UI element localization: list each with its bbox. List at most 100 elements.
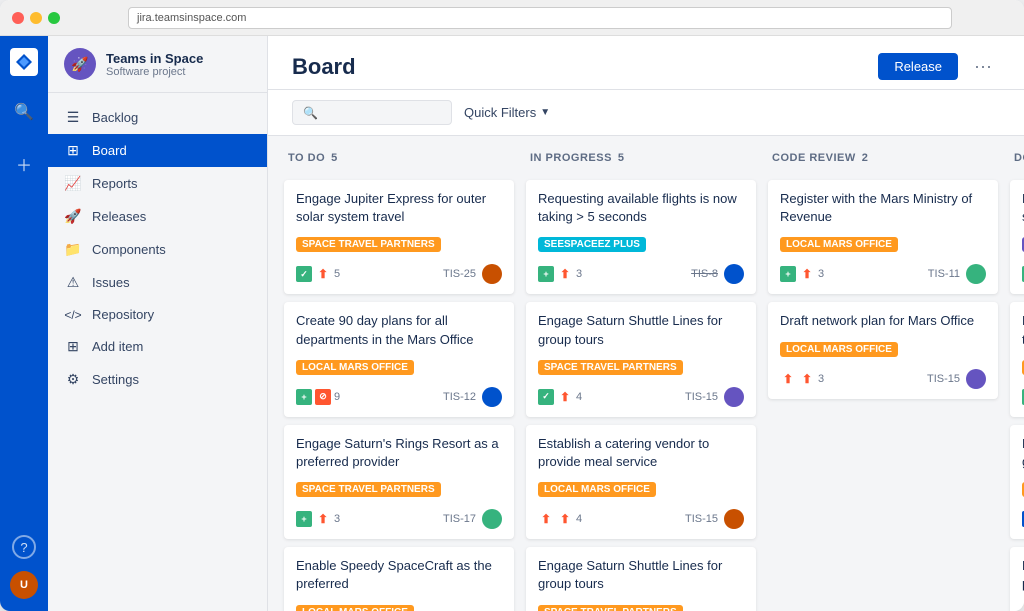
- card-id: TIS-15: [685, 513, 718, 525]
- traffic-lights: [12, 12, 60, 24]
- plus-icon: +: [538, 266, 554, 282]
- column-count: 2: [862, 152, 868, 164]
- card-count: 3: [818, 373, 824, 385]
- plus-icon: +: [296, 389, 312, 405]
- sidebar-label-issues: Issues: [92, 275, 130, 290]
- card-count: 9: [334, 391, 340, 403]
- card[interactable]: Enable Speedy SpaceCraft as the preferre…: [284, 547, 514, 611]
- arrow-up-icon: ⬆: [315, 511, 331, 527]
- column-header: TO DO 5: [284, 148, 514, 172]
- card[interactable]: Engage Saturn Shuttle Lines for group to…: [1010, 425, 1024, 539]
- release-button[interactable]: Release: [878, 53, 958, 80]
- card[interactable]: Engage Jupiter Express for outer solar s…: [284, 180, 514, 294]
- settings-icon: ⚙: [64, 371, 82, 388]
- sidebar-label-backlog: Backlog: [92, 110, 138, 125]
- card-title: Requesting available flights is now taki…: [538, 190, 744, 226]
- add-item-icon: ⊞: [64, 338, 82, 355]
- card-count: 4: [576, 391, 582, 403]
- sidebar-item-add[interactable]: ⊞ Add item: [48, 330, 267, 363]
- board-columns: TO DO 5 Engage Jupiter Express for outer s…: [268, 136, 1024, 611]
- global-nav: 🔍 ＋ ? U: [0, 36, 48, 611]
- card[interactable]: Engage Saturn Shuttle Lines for group to…: [526, 547, 756, 611]
- card-icons: +⬆3: [780, 266, 824, 282]
- sidebar-item-components[interactable]: 📁 Components: [48, 233, 267, 266]
- url-bar[interactable]: jira.teamsinspace.com: [128, 7, 952, 29]
- card-id: TIS-12: [443, 391, 476, 403]
- card-icons: ✓⬆4: [538, 389, 582, 405]
- sidebar-item-board[interactable]: ⊞ Board: [48, 134, 267, 167]
- sidebar-item-settings[interactable]: ⚙ Settings: [48, 363, 267, 396]
- board-column-1: IN PROGRESS5 Requesting available flights…: [526, 148, 756, 599]
- card-tag: SPACE TRAVEL PARTNERS: [538, 605, 683, 611]
- sidebar-item-issues[interactable]: ⚠ Issues: [48, 266, 267, 299]
- board-icon: ⊞: [64, 142, 82, 159]
- global-nav-bottom: ? U: [10, 535, 38, 599]
- sidebar-item-releases[interactable]: 🚀 Releases: [48, 200, 267, 233]
- sidebar-item-backlog[interactable]: ☰ Backlog: [48, 101, 267, 134]
- more-options-button[interactable]: ···: [966, 52, 1000, 81]
- card-tag: SPACE TRAVEL PARTNERS: [538, 360, 683, 375]
- card-tag: LOCAL MARS OFFICE: [780, 237, 898, 252]
- card-footer: +⬆3TIS-11: [780, 264, 986, 284]
- card[interactable]: Register with the Mars Ministry of Reven…: [768, 180, 998, 294]
- search-input[interactable]: [324, 105, 444, 120]
- card-title: Draft network plan for Mars Office: [780, 312, 986, 330]
- card[interactable]: Establish a catering vendor to provide m…: [526, 425, 756, 539]
- card-footer: +⬆3TIS-8: [538, 264, 744, 284]
- card[interactable]: Requesting available flights is now taki…: [526, 180, 756, 294]
- plus-icon: +: [780, 266, 796, 282]
- quick-filters-label: Quick Filters: [464, 105, 536, 120]
- column-title: DONE: [1014, 152, 1024, 164]
- sidebar-nav: ☰ Backlog ⊞ Board 📈 Reports 🚀 Releases 📁: [48, 93, 267, 404]
- card[interactable]: Create 90 day plans for all departments …: [284, 302, 514, 416]
- column-header: DONE8: [1010, 148, 1024, 172]
- card-avatar: [482, 387, 502, 407]
- card-count: 5: [334, 268, 340, 280]
- card[interactable]: Establish a catering vendor to provide m…: [1010, 547, 1024, 611]
- project-header: 🚀 Teams in Space Software project: [48, 36, 267, 93]
- card-tag: SPACE TRAVEL PARTNERS: [296, 237, 441, 252]
- card[interactable]: Engage Saturn's Rings Resort as a prefer…: [284, 425, 514, 539]
- column-title: TO DO: [288, 152, 325, 164]
- diamond-icon: [14, 52, 34, 72]
- card[interactable]: Engage JetShuttle SpaceWays for travelSP…: [1010, 302, 1024, 416]
- maximize-button[interactable]: [48, 12, 60, 24]
- search-nav-icon[interactable]: 🔍: [8, 96, 40, 128]
- jira-logo[interactable]: [10, 48, 38, 76]
- card-avatar: [966, 264, 986, 284]
- sidebar-label-settings: Settings: [92, 372, 139, 387]
- card-icons: +⬆3: [538, 266, 582, 282]
- card-title: Engage Saturn Shuttle Lines for group to…: [538, 312, 744, 348]
- card-count: 4: [576, 513, 582, 525]
- close-button[interactable]: [12, 12, 24, 24]
- column-count: 5: [331, 152, 337, 164]
- card-footer: ✓⬆4TIS-15: [538, 387, 744, 407]
- board-column-2: CODE REVIEW2Register with the Mars Minis…: [768, 148, 998, 599]
- app-body: 🔍 ＋ ? U 🚀 Teams in Space Software projec…: [0, 36, 1024, 611]
- card-title: Register with the Mars Ministry of Reven…: [780, 190, 986, 226]
- card[interactable]: Engage Saturn Shuttle Lines for group to…: [526, 302, 756, 416]
- arrow-up-icon: ⬆: [799, 371, 815, 387]
- sidebar-item-repository[interactable]: </> Repository: [48, 299, 267, 330]
- card-avatar: [482, 264, 502, 284]
- add-nav-icon[interactable]: ＋: [8, 148, 40, 180]
- card-footer: +⊘9TIS-12: [296, 387, 502, 407]
- sidebar-label-add: Add item: [92, 339, 143, 354]
- card-id: TIS-17: [443, 513, 476, 525]
- card[interactable]: Draft network plan for Mars OfficeLOCAL …: [768, 302, 998, 398]
- sidebar-item-reports[interactable]: 📈 Reports: [48, 167, 267, 200]
- column-count: 5: [618, 152, 624, 164]
- sidebar-label-components: Components: [92, 242, 166, 257]
- title-bar: jira.teamsinspace.com: [0, 0, 1024, 36]
- card-icons: ✓⬆5: [296, 266, 340, 282]
- card-avatar: [724, 387, 744, 407]
- minimize-button[interactable]: [30, 12, 42, 24]
- card-title: Enable Speedy SpaceCraft as the preferre…: [296, 557, 502, 593]
- user-avatar-global[interactable]: U: [10, 571, 38, 599]
- help-icon[interactable]: ?: [12, 535, 36, 559]
- card-title: Engage Jupiter Express for outer solar s…: [296, 190, 502, 226]
- quick-filters-button[interactable]: Quick Filters ▼: [464, 105, 550, 120]
- board-filters: 🔍 Quick Filters ▼: [268, 90, 1024, 136]
- column-header: IN PROGRESS5: [526, 148, 756, 172]
- card[interactable]: Homepage footer uses an inline style- sh…: [1010, 180, 1024, 294]
